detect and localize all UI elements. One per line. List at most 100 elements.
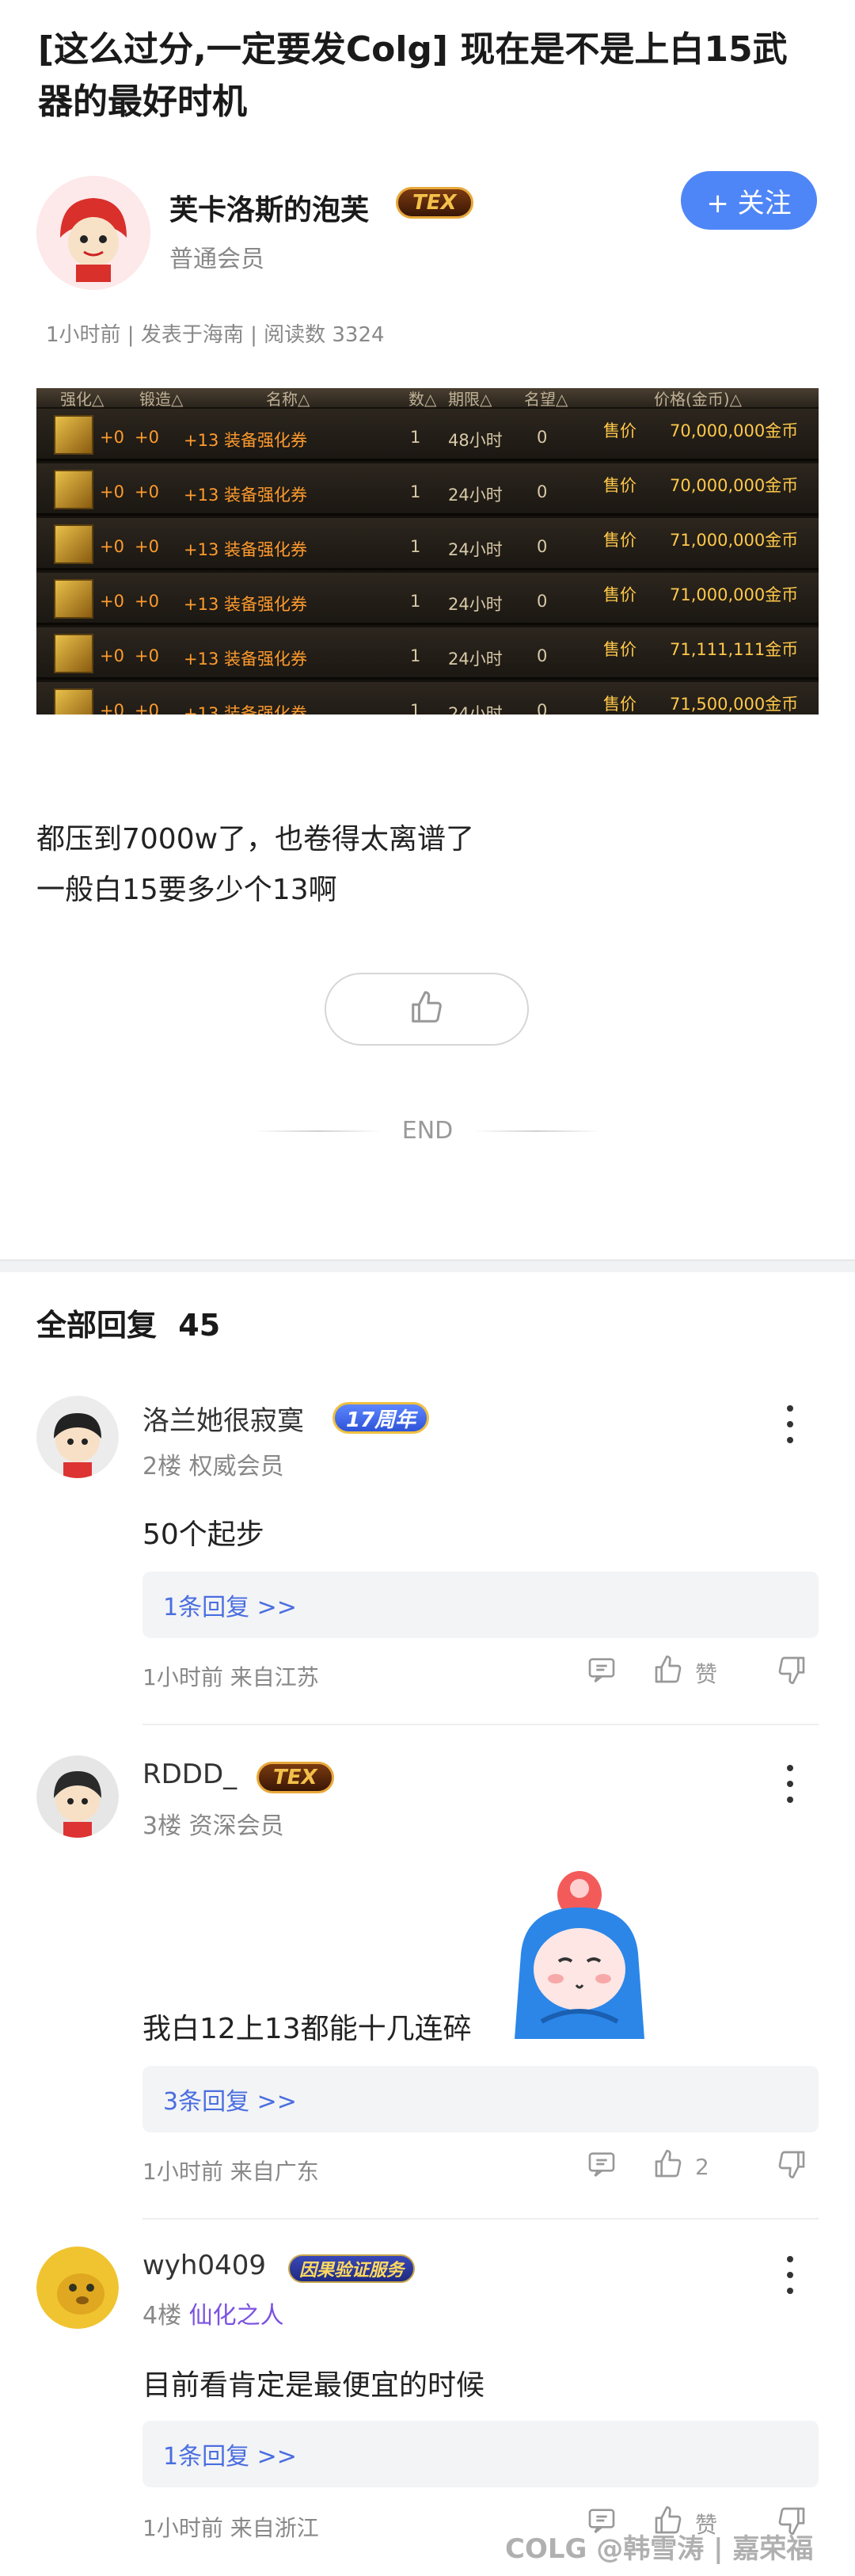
replies-title: 全部回复 45	[36, 1301, 220, 1344]
auction-row[interactable]: +0 +0 +13 装备强化券 1 48小时 0 售价 70,000,000金币	[36, 409, 819, 461]
comment-meta: 1小时前 来自广东	[142, 2155, 319, 2186]
cell-reinforce: +0	[100, 701, 124, 714]
cell-price: 70,000,000金币	[670, 476, 799, 495]
cell-fame: 0	[537, 428, 548, 447]
coupon-icon	[54, 634, 93, 673]
cell-period: 24小时	[448, 650, 503, 669]
author-avatar[interactable]	[36, 176, 150, 290]
cell-price: 71,500,000金币	[670, 695, 799, 714]
sub-replies-label: 1条回复 >>	[163, 1594, 297, 1621]
header-fame: 名望△	[524, 390, 568, 409]
comment-location: 来自江苏	[230, 1664, 319, 1690]
cell-count: 1	[410, 592, 421, 611]
sub-replies-link[interactable]: 1条回复 >>	[142, 1572, 819, 1638]
sub-replies-link[interactable]: 3条回复 >>	[142, 2066, 819, 2132]
author-name[interactable]: 芙卡洛斯的泡芙	[169, 187, 369, 228]
comment-meta: 1小时前 来自浙江	[142, 2511, 319, 2543]
member-rank: 权威会员	[188, 1453, 284, 1480]
sticker-image	[510, 1866, 649, 2039]
commenter-avatar[interactable]	[36, 2246, 119, 2329]
cell-fame: 0	[537, 592, 548, 611]
comment-floor: 3楼 资深会员	[142, 1806, 284, 1841]
comment-floor: 4楼 仙化之人	[142, 2296, 284, 2330]
cell-count: 1	[410, 646, 421, 665]
cell-count: 1	[410, 482, 421, 501]
auction-row[interactable]: +0 +0 +13 装备强化券 1 24小时 0 售价 70,000,000金币	[36, 463, 819, 516]
cell-forge: +0	[135, 701, 159, 714]
comment-time: 1小时前	[142, 2515, 223, 2541]
comment-text: 我白12上13都能十几连碎	[142, 2013, 472, 2045]
auction-screenshot[interactable]: 强化△ 锻造△ 名称△ 数△ 期限△ 名望△ 价格(金币)△ +0 +0 +13 装…	[36, 388, 819, 714]
thumbs-up-icon	[408, 989, 445, 1029]
cell-sale-type: 售价	[603, 585, 636, 604]
member-rank: 资深会员	[188, 1812, 284, 1840]
sub-replies-link[interactable]: 1条回复 >>	[142, 2421, 819, 2487]
coupon-icon	[54, 470, 93, 509]
comment-icon[interactable]	[586, 1654, 618, 1691]
cell-item-name: +13 装备强化券	[184, 540, 307, 559]
cell-price: 71,000,000金币	[670, 585, 799, 604]
cell-period: 24小时	[448, 595, 503, 614]
cell-price: 71,000,000金币	[670, 531, 799, 550]
section-divider	[0, 1259, 855, 1272]
cell-reinforce: +0	[100, 428, 124, 447]
thumbs-down-icon[interactable]	[776, 2148, 808, 2185]
end-marker: END	[0, 1117, 855, 1145]
comment-separator	[142, 2218, 819, 2220]
end-line-right	[473, 1130, 601, 1132]
cell-fame: 0	[537, 701, 548, 714]
author-level: 普通会员	[169, 246, 264, 273]
commenter-avatar[interactable]	[36, 1755, 119, 1838]
cell-reinforce: +0	[100, 592, 124, 611]
auction-row[interactable]: +0 +0 +13 装备强化券 1 24小时 0 售价 71,500,000金币	[36, 682, 819, 714]
follow-button[interactable]: + 关注	[681, 171, 817, 230]
floor-number: 2楼	[142, 1453, 182, 1480]
cell-reinforce: +0	[100, 482, 124, 501]
cell-fame: 0	[537, 646, 548, 665]
end-label: END	[401, 1117, 454, 1145]
commenter-badge: 17周年	[332, 1402, 430, 1434]
replies-title-label: 全部回复	[36, 1308, 158, 1343]
post-like-button[interactable]	[325, 973, 529, 1046]
thumbs-up-icon[interactable]	[652, 1654, 684, 1691]
comment-icon[interactable]	[586, 2148, 618, 2185]
coupon-icon	[54, 579, 93, 619]
comment-actions: 赞	[586, 1654, 808, 1691]
commenter-name[interactable]: 洛兰她很寂寞	[142, 1399, 304, 1438]
more-vertical-icon[interactable]	[785, 1765, 795, 1803]
cell-price: 71,111,111金币	[670, 640, 799, 659]
sub-replies-label: 3条回复 >>	[163, 2088, 297, 2116]
commenter-avatar[interactable]	[36, 1396, 119, 1478]
header-price: 价格(金币)△	[654, 390, 742, 409]
commenter-name[interactable]: RDDD_	[142, 1759, 237, 1790]
watermark: COLG @韩雪涛 | 嘉荣福	[505, 2533, 814, 2565]
header-period: 期限△	[448, 390, 492, 409]
post-meta: 1小时前 | 发表于海南 | 阅读数 3324	[46, 323, 385, 347]
floor-number: 3楼	[142, 1812, 182, 1840]
auction-row[interactable]: +0 +0 +13 装备强化券 1 24小时 0 售价 71,111,111金币	[36, 627, 819, 680]
comment-time: 1小时前	[142, 1664, 223, 1690]
coupon-icon	[54, 415, 93, 455]
coupon-icon	[54, 524, 93, 564]
comment-time: 1小时前	[142, 2159, 223, 2185]
cell-forge: +0	[135, 646, 159, 665]
commenter-badge: 因果验证服务	[288, 2254, 416, 2283]
cell-item-name: +13 装备强化券	[184, 431, 307, 450]
author-badge: TEX	[396, 187, 473, 219]
auction-row[interactable]: +0 +0 +13 装备强化券 1 24小时 0 售价 71,000,000金币	[36, 573, 819, 625]
more-vertical-icon[interactable]	[785, 1405, 795, 1443]
cell-reinforce: +0	[100, 537, 124, 556]
commenter-name[interactable]: wyh0409	[142, 2250, 266, 2281]
thumbs-down-icon[interactable]	[776, 1654, 808, 1691]
comment-separator	[142, 1724, 819, 1725]
cell-sale-type: 售价	[603, 531, 636, 550]
auction-header: 强化△ 锻造△ 名称△ 数△ 期限△ 名望△ 价格(金币)△	[36, 388, 819, 409]
comment-meta: 1小时前 来自江苏	[142, 1660, 319, 1692]
thumbs-up-icon[interactable]	[652, 2148, 684, 2185]
more-vertical-icon[interactable]	[785, 2256, 795, 2294]
post-title: [这么过分,一定要发Colg] 现在是不是上白15武器的最好时机	[38, 29, 788, 122]
coupon-icon	[54, 688, 93, 714]
auction-row[interactable]: +0 +0 +13 装备强化券 1 24小时 0 售价 71,000,000金币	[36, 518, 819, 570]
cell-item-name: +13 装备强化券	[184, 704, 307, 714]
cell-fame: 0	[537, 482, 548, 501]
